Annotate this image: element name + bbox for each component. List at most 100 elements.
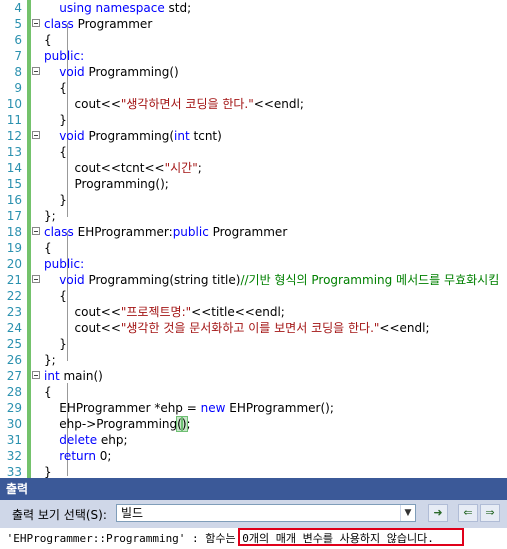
code-token: EHProgrammer *ehp = <box>44 401 201 415</box>
code-token: tcnt) <box>189 129 222 143</box>
code-text: }; <box>44 208 56 224</box>
code-token: cout<< <box>44 305 121 319</box>
code-line[interactable]: 26}; <box>0 352 507 368</box>
collapse-icon[interactable] <box>32 19 40 27</box>
code-text: void Programming(int tcnt) <box>44 128 222 144</box>
next-message-icon[interactable]: ⇒ <box>480 504 500 522</box>
code-token: } <box>44 193 67 207</box>
line-number: 29 <box>6 401 22 415</box>
code-line[interactable]: 29 EHProgrammer *ehp = new EHProgrammer(… <box>0 400 507 416</box>
code-line[interactable]: 9 { <box>0 80 507 96</box>
line-number: 20 <box>6 257 22 271</box>
code-text: { <box>44 240 52 256</box>
line-number: 10 <box>6 97 22 111</box>
line-number: 23 <box>6 305 22 319</box>
code-token: class <box>44 17 74 31</box>
code-text: using namespace std; <box>44 0 191 16</box>
code-text: { <box>44 32 52 48</box>
code-line[interactable]: 7 public: <box>0 48 507 64</box>
line-number: 6 <box>14 33 22 47</box>
code-token: //기반 형식의 Programming 메서드를 무효화시킴 <box>240 273 500 287</box>
code-text: { <box>44 288 67 304</box>
code-line[interactable]: 27 int main() <box>0 368 507 384</box>
code-text: void Programming(string title)//기반 형식의 P… <box>44 272 499 288</box>
output-text-area[interactable]: 'EHProgrammer::Programming' : 함수는 0개의 매개… <box>0 528 507 549</box>
code-token: } <box>44 113 67 127</box>
code-line[interactable]: 20 public: <box>0 256 507 272</box>
output-message-prefix: 'EHProgrammer::Programming' : 함수는 <box>0 532 243 545</box>
code-token: cout<< <box>44 321 121 335</box>
code-token: int <box>44 369 60 383</box>
code-line[interactable]: 21 void Programming(string title)//기반 형식… <box>0 272 507 288</box>
line-number: 4 <box>14 1 22 15</box>
code-line[interactable]: 5 class Programmer <box>0 16 507 32</box>
code-line[interactable]: 18 class EHProgrammer:public Programmer <box>0 224 507 240</box>
code-token: { <box>44 241 52 255</box>
code-token: return <box>59 449 96 463</box>
code-line[interactable]: 24 cout<<"생각한 것을 문서화하고 이를 보면서 코딩을 한다."<<… <box>0 320 507 336</box>
code-line[interactable]: 16 } <box>0 192 507 208</box>
output-source-select[interactable]: 빌드 ▼ <box>116 504 416 522</box>
code-line[interactable]: 14 cout<<tcnt<<"시간"; <box>0 160 507 176</box>
code-token: ehp; <box>97 433 128 447</box>
line-number: 9 <box>14 81 22 95</box>
code-token: main() <box>59 369 103 383</box>
code-token: std; <box>164 1 192 15</box>
collapse-icon[interactable] <box>32 275 40 283</box>
code-token: <<endl; <box>379 321 430 335</box>
previous-message-icon[interactable]: ⇐ <box>458 504 478 522</box>
code-line[interactable]: 17}; <box>0 208 507 224</box>
code-token: void <box>59 129 85 143</box>
code-text: class EHProgrammer:public Programmer <box>44 224 287 240</box>
code-text: cout<<"생각하면서 코딩을 한다."<<endl; <box>44 96 304 112</box>
output-panel-title[interactable]: 출력 <box>0 478 507 500</box>
code-token: EHProgrammer: <box>73 225 173 239</box>
code-line[interactable]: 19 { <box>0 240 507 256</box>
collapse-icon[interactable] <box>32 67 40 75</box>
code-text: void Programming() <box>44 64 179 80</box>
find-message-icon[interactable]: ➜ <box>428 504 448 522</box>
line-number: 18 <box>6 225 22 239</box>
code-token: }; <box>44 353 56 367</box>
collapse-icon[interactable] <box>32 227 40 235</box>
code-line[interactable]: 23 cout<<"프로젝트명:"<<title<<endl; <box>0 304 507 320</box>
code-token: Programmer <box>208 225 288 239</box>
code-line[interactable]: 28 { <box>0 384 507 400</box>
code-line[interactable]: 22 { <box>0 288 507 304</box>
code-text: class Programmer <box>44 16 152 32</box>
code-editor[interactable]: 4 using namespace std; 5 class Programmer 6… <box>0 0 507 478</box>
code-line[interactable]: 8 void Programming() <box>0 64 507 80</box>
code-token: "프로젝트명:" <box>120 305 192 319</box>
code-line[interactable]: 12 void Programming(int tcnt) <box>0 128 507 144</box>
code-line[interactable]: 15 Programming(); <box>0 176 507 192</box>
line-number: 19 <box>6 241 22 255</box>
code-line[interactable]: 10 cout<<"생각하면서 코딩을 한다."<<endl; <box>0 96 507 112</box>
code-line[interactable]: 11 } <box>0 112 507 128</box>
line-number: 21 <box>6 273 22 287</box>
code-line[interactable]: 13 { <box>0 144 507 160</box>
code-token: Programming(string title) <box>84 273 241 287</box>
chevron-down-icon[interactable]: ▼ <box>400 505 415 521</box>
line-number: 24 <box>6 321 22 335</box>
code-text: cout<<"생각한 것을 문서화하고 이를 보면서 코딩을 한다."<<end… <box>44 320 430 336</box>
code-token: Programming() <box>84 65 179 79</box>
code-text: EHProgrammer *ehp = new EHProgrammer(); <box>44 400 334 416</box>
code-token: 0; <box>95 449 112 463</box>
collapse-icon[interactable] <box>32 371 40 379</box>
code-line[interactable]: 4 using namespace std; <box>0 0 507 16</box>
code-line[interactable]: 33} <box>0 464 507 478</box>
code-line[interactable]: 31 delete ehp; <box>0 432 507 448</box>
code-token: using namespace <box>59 1 165 15</box>
code-line[interactable]: 30 ehp->Programming(); <box>0 416 507 432</box>
code-line[interactable]: 32 return 0; <box>0 448 507 464</box>
code-token: { <box>44 385 52 399</box>
code-line[interactable]: 6{ <box>0 32 507 48</box>
code-text: cout<<tcnt<<"시간"; <box>44 160 202 176</box>
code-token: void <box>59 65 85 79</box>
code-line[interactable]: 25 } <box>0 336 507 352</box>
collapse-icon[interactable] <box>32 131 40 139</box>
line-number: 26 <box>6 353 22 367</box>
